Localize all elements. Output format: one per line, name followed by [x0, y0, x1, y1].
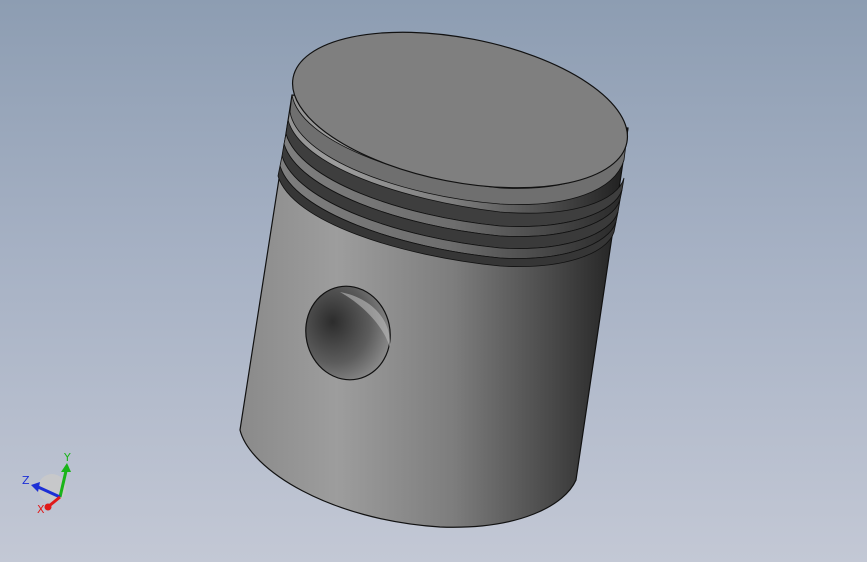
coordinate-triad[interactable]: Y Z X: [22, 451, 71, 516]
graphics-viewport[interactable]: Y Z X: [0, 0, 867, 562]
y-axis-arrowhead: [61, 463, 71, 472]
piston-model[interactable]: [239, 7, 641, 528]
y-axis-label: Y: [63, 451, 71, 464]
x-axis-label: X: [37, 503, 45, 516]
model-canvas[interactable]: Y Z X: [0, 0, 867, 562]
z-axis-label: Z: [22, 474, 30, 487]
x-axis-arrowhead: [44, 503, 52, 511]
